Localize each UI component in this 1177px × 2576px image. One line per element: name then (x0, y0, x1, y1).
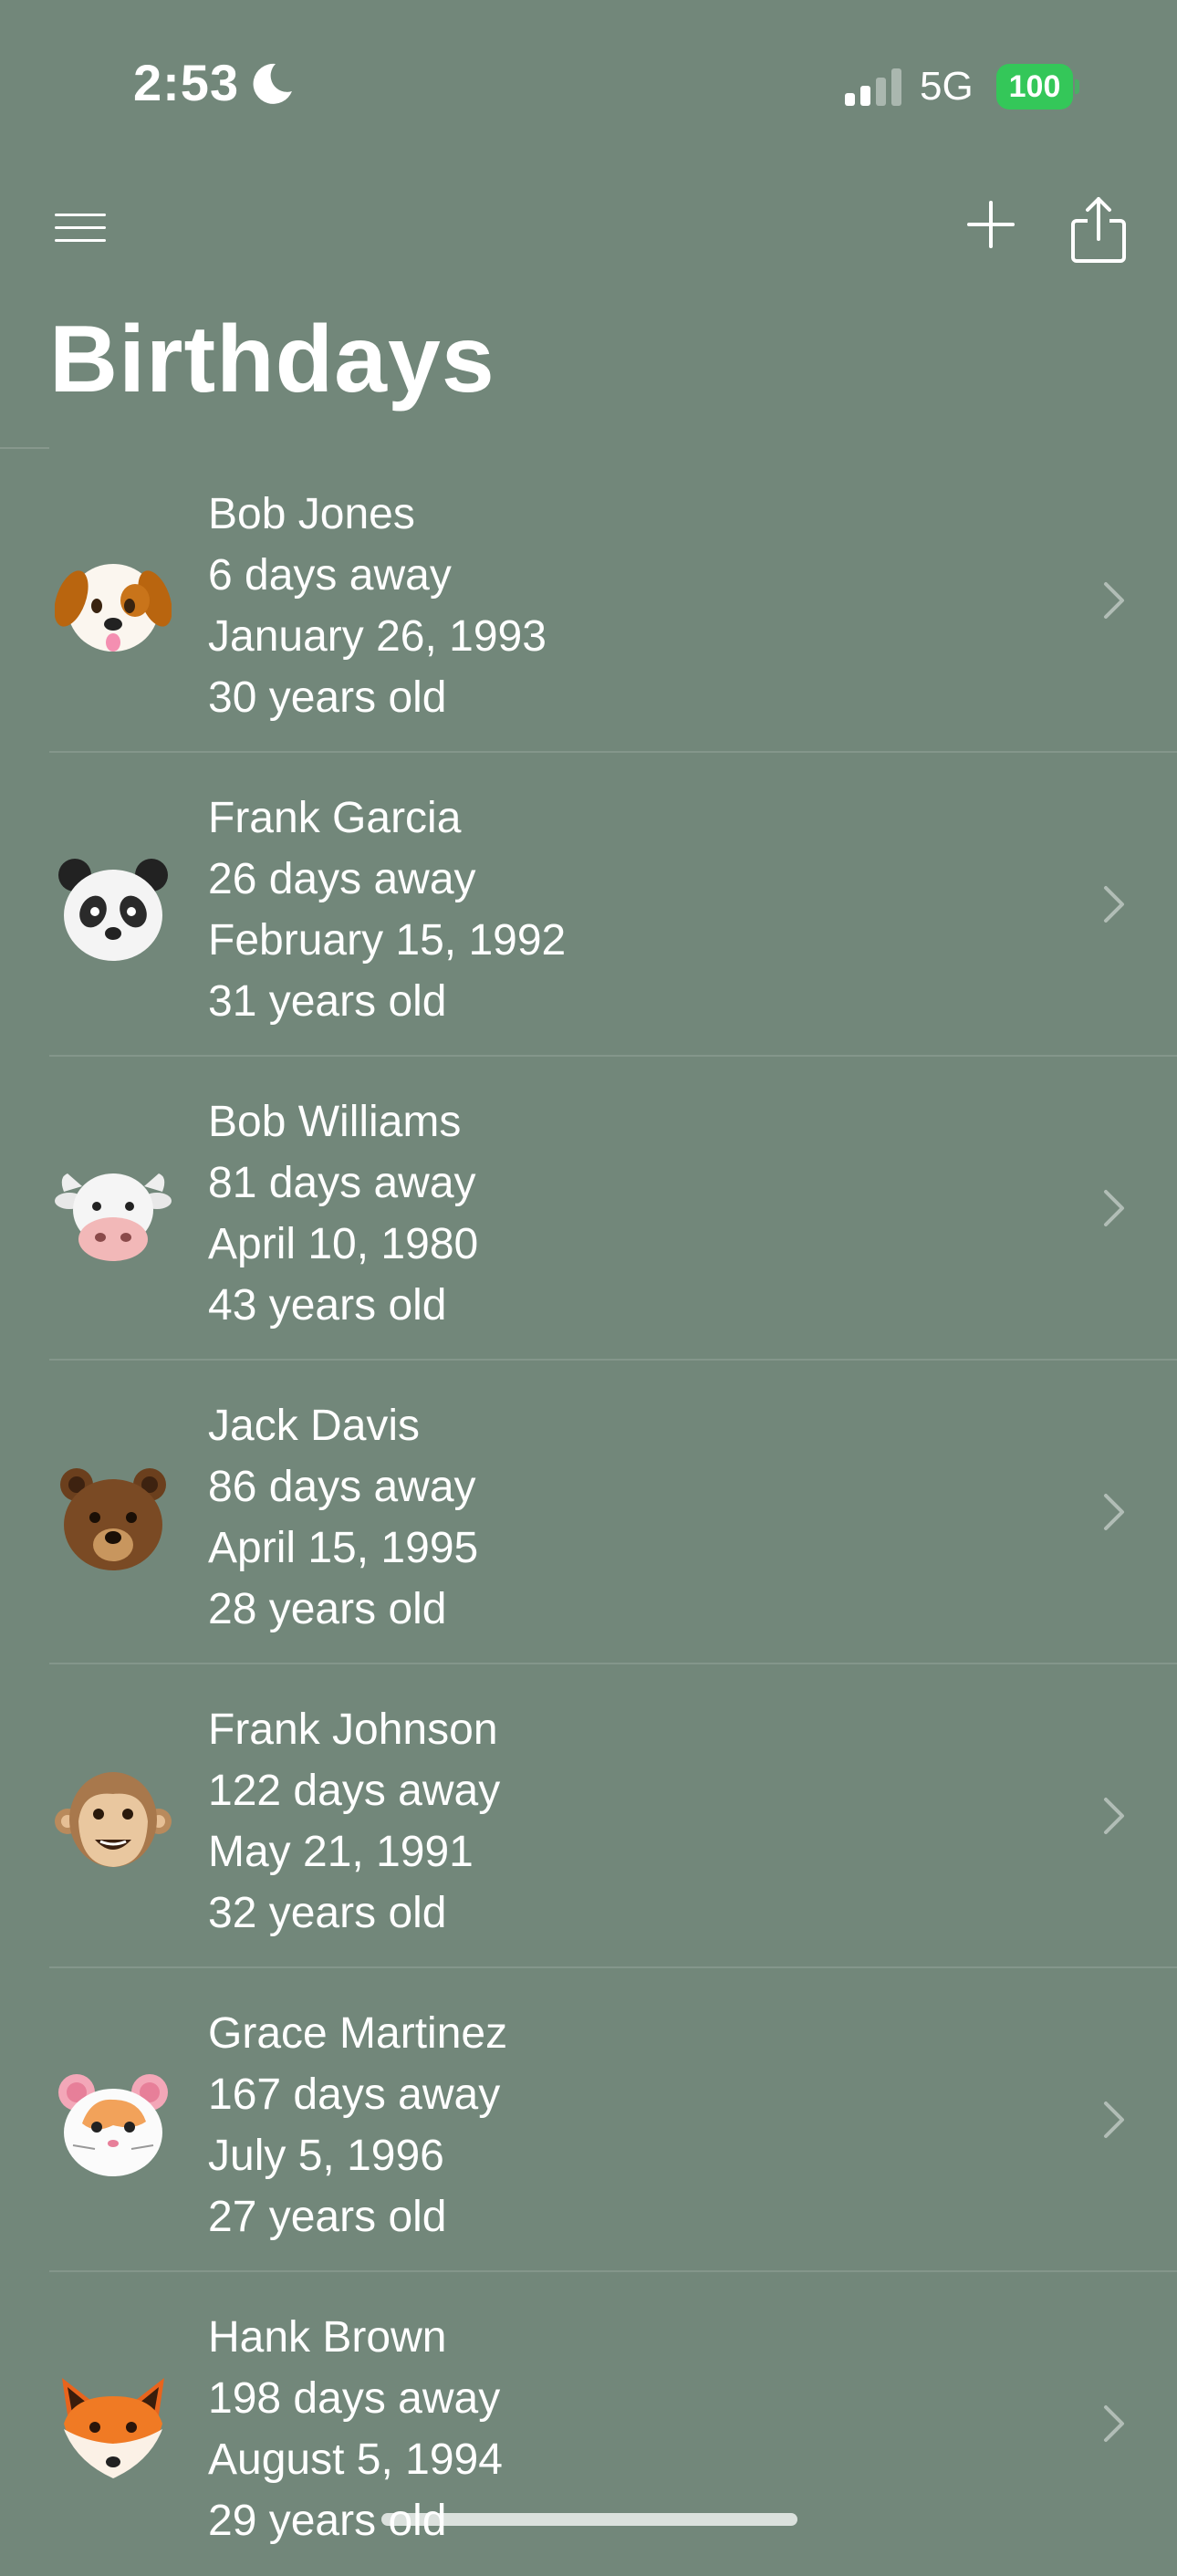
fox-face-icon (62, 2378, 164, 2478)
birthday-list: Bob Jones 6 days away January 26, 1993 3… (0, 449, 1177, 2576)
birthday-text: Jack Davis 86 days away April 15, 1995 2… (208, 1395, 478, 1640)
bear-face-icon (60, 1468, 166, 1570)
chevron-right-icon (1104, 2101, 1124, 2138)
age: 30 years old (208, 673, 447, 722)
chevron-right-icon (1104, 582, 1124, 619)
network-type: 5G (920, 64, 974, 109)
plus-icon[interactable] (965, 199, 1016, 250)
person-name: Frank Garcia (208, 794, 462, 842)
birth-date: April 15, 1995 (208, 1524, 479, 1572)
age: 31 years old (208, 977, 447, 1026)
birth-date: July 5, 1996 (208, 2132, 444, 2180)
birthday-row[interactable]: Frank Johnson 122 days away May 21, 1991… (0, 1664, 1177, 1968)
cow-face-icon (55, 1173, 172, 1261)
days-away: 81 days away (208, 1159, 476, 1207)
birth-date: April 10, 1980 (208, 1220, 479, 1268)
birthday-row[interactable]: Bob Williams 81 days away April 10, 1980… (0, 1057, 1177, 1361)
birthday-row[interactable]: Bob Jones 6 days away January 26, 1993 3… (0, 449, 1177, 753)
status-bar: 2:53 5G 100 (0, 0, 1177, 173)
monkey-face-icon (55, 1772, 172, 1867)
page-title: Birthdays (49, 307, 495, 412)
person-name: Bob Jones (208, 490, 415, 538)
birthday-text: Bob Jones 6 days away January 26, 1993 3… (208, 484, 547, 728)
chevron-right-icon (1104, 1798, 1124, 1834)
panda-face-icon (58, 859, 168, 961)
person-name: Bob Williams (208, 1098, 462, 1146)
cellular-signal-icon (845, 68, 901, 106)
age: 32 years old (208, 1889, 447, 1937)
chevron-right-icon (1104, 2405, 1124, 2442)
days-away: 6 days away (208, 551, 452, 600)
age: 28 years old (208, 1585, 447, 1633)
hamster-face-icon (58, 2074, 168, 2176)
dog-face-icon (55, 564, 172, 652)
age: 43 years old (208, 1281, 447, 1330)
moon-icon (253, 63, 292, 104)
birthday-text: Grace Martinez 167 days away July 5, 199… (208, 2003, 507, 2247)
person-name: Frank Johnson (208, 1705, 498, 1754)
battery-icon: 100 (996, 64, 1079, 110)
birthday-row[interactable]: Frank Garcia 26 days away February 15, 1… (0, 753, 1177, 1057)
chevron-right-icon (1104, 1494, 1124, 1530)
share-icon[interactable] (1068, 193, 1130, 265)
days-away: 122 days away (208, 1767, 501, 1815)
birth-date: February 15, 1992 (208, 916, 567, 965)
battery-level: 100 (996, 64, 1073, 110)
chevron-right-icon (1104, 1190, 1124, 1226)
birth-date: August 5, 1994 (208, 2435, 503, 2484)
days-away: 86 days away (208, 1463, 476, 1511)
status-time: 2:53 (133, 54, 240, 111)
birthday-row[interactable]: Hank Brown 198 days away August 5, 1994 … (0, 2272, 1177, 2576)
chevron-right-icon (1104, 886, 1124, 923)
birthday-text: Frank Johnson 122 days away May 21, 1991… (208, 1699, 500, 1944)
birthday-row[interactable]: Grace Martinez 167 days away July 5, 199… (0, 1968, 1177, 2272)
days-away: 198 days away (208, 2374, 501, 2423)
birth-date: May 21, 1991 (208, 1828, 474, 1876)
home-indicator[interactable] (381, 2513, 797, 2526)
person-name: Jack Davis (208, 1402, 421, 1450)
hamburger-menu-icon[interactable] (51, 206, 109, 250)
birthday-text: Bob Williams 81 days away April 10, 1980… (208, 1091, 478, 1336)
birth-date: January 26, 1993 (208, 612, 547, 661)
birthday-row[interactable]: Jack Davis 86 days away April 15, 1995 2… (0, 1361, 1177, 1664)
battery-tip (1075, 79, 1079, 94)
person-name: Grace Martinez (208, 2009, 508, 2058)
age: 27 years old (208, 2193, 447, 2241)
birthday-text: Frank Garcia 26 days away February 15, 1… (208, 787, 566, 1032)
person-name: Hank Brown (208, 2313, 447, 2362)
days-away: 167 days away (208, 2070, 501, 2119)
days-away: 26 days away (208, 855, 476, 903)
